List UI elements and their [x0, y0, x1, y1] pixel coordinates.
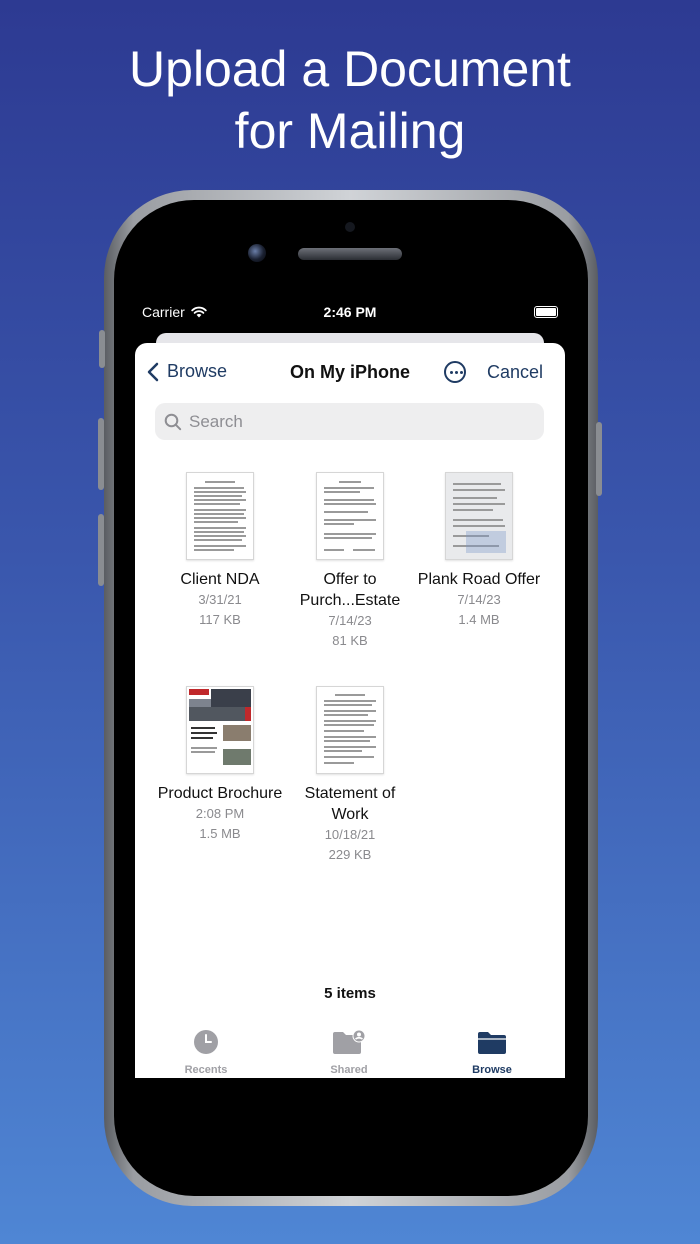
- file-size: 1.4 MB: [458, 612, 500, 627]
- file-item-plank-road-offer[interactable]: Plank Road Offer 7/14/23 1.4 MB: [414, 472, 544, 630]
- status-time: 2:46 PM: [323, 304, 377, 320]
- status-bar: Carrier 2:46 PM: [135, 300, 565, 322]
- tab-label: Recents: [184, 1064, 228, 1076]
- tab-shared[interactable]: Shared: [299, 1029, 399, 1076]
- file-item-product-brochure[interactable]: Product Brochure 2:08 PM 1.5 MB: [155, 686, 285, 844]
- headline: Upload a Document for Mailing: [0, 38, 700, 162]
- search-input[interactable]: [187, 410, 521, 433]
- file-date: 10/18/21: [324, 827, 376, 842]
- file-name: Offer to Purch...Estate: [299, 571, 401, 609]
- file-size: 117 KB: [199, 612, 241, 627]
- file-name: Product Brochure: [157, 785, 283, 802]
- file-item-offer-to-purchase[interactable]: Offer to Purch...Estate 7/14/23 81 KB: [285, 472, 415, 651]
- battery-icon: [534, 306, 558, 318]
- volume-down-button: [98, 514, 104, 586]
- proximity-sensor: [345, 222, 355, 232]
- volume-up-button: [98, 418, 104, 490]
- file-size: 1.5 MB: [199, 826, 241, 841]
- document-thumbnail: [316, 472, 384, 560]
- file-item-statement-of-work[interactable]: Statement of Work 10/18/21 229 KB: [285, 686, 415, 865]
- file-date: 7/14/23: [457, 592, 501, 607]
- file-name: Plank Road Offer: [417, 571, 541, 588]
- front-camera: [248, 244, 266, 262]
- earpiece-speaker: [298, 248, 402, 260]
- clock-icon: [194, 1030, 218, 1054]
- document-thumbnail: [445, 472, 513, 560]
- tab-label: Shared: [330, 1064, 368, 1076]
- document-thumbnail: [316, 686, 384, 774]
- file-date: 3/31/21: [198, 592, 242, 607]
- document-thumbnail: [186, 686, 254, 774]
- search-bar[interactable]: [155, 403, 544, 440]
- power-button: [596, 422, 602, 496]
- tab-recents[interactable]: Recents: [156, 1029, 256, 1076]
- file-name: Statement of Work: [304, 785, 396, 823]
- document-picker-sheet: Browse On My iPhone Cancel Client NDA 3/…: [135, 343, 565, 1078]
- file-size: 81 KB: [332, 633, 368, 648]
- file-date: 2:08 PM: [195, 806, 245, 821]
- folder-icon: [478, 1032, 506, 1054]
- cancel-button[interactable]: Cancel: [487, 362, 543, 383]
- tab-browse[interactable]: Browse: [442, 1029, 542, 1076]
- file-name: Client NDA: [180, 571, 260, 588]
- file-date: 7/14/23: [328, 613, 372, 628]
- search-icon: [164, 413, 182, 430]
- tab-label: Browse: [472, 1064, 512, 1076]
- navigation-bar: Browse On My iPhone Cancel: [135, 343, 565, 399]
- file-item-client-nda[interactable]: Client NDA 3/31/21 117 KB: [155, 472, 285, 630]
- file-size: 229 KB: [328, 847, 372, 862]
- item-count: 5 items: [324, 985, 376, 1002]
- shared-folder-icon: [333, 1029, 366, 1054]
- document-thumbnail: [186, 472, 254, 560]
- headline-line-1: Upload a Document: [129, 41, 571, 97]
- tab-bar: Recents Shared Browse: [135, 1023, 565, 1078]
- mute-switch: [99, 330, 105, 368]
- more-options-icon[interactable]: [444, 361, 466, 383]
- headline-line-2: for Mailing: [234, 103, 466, 159]
